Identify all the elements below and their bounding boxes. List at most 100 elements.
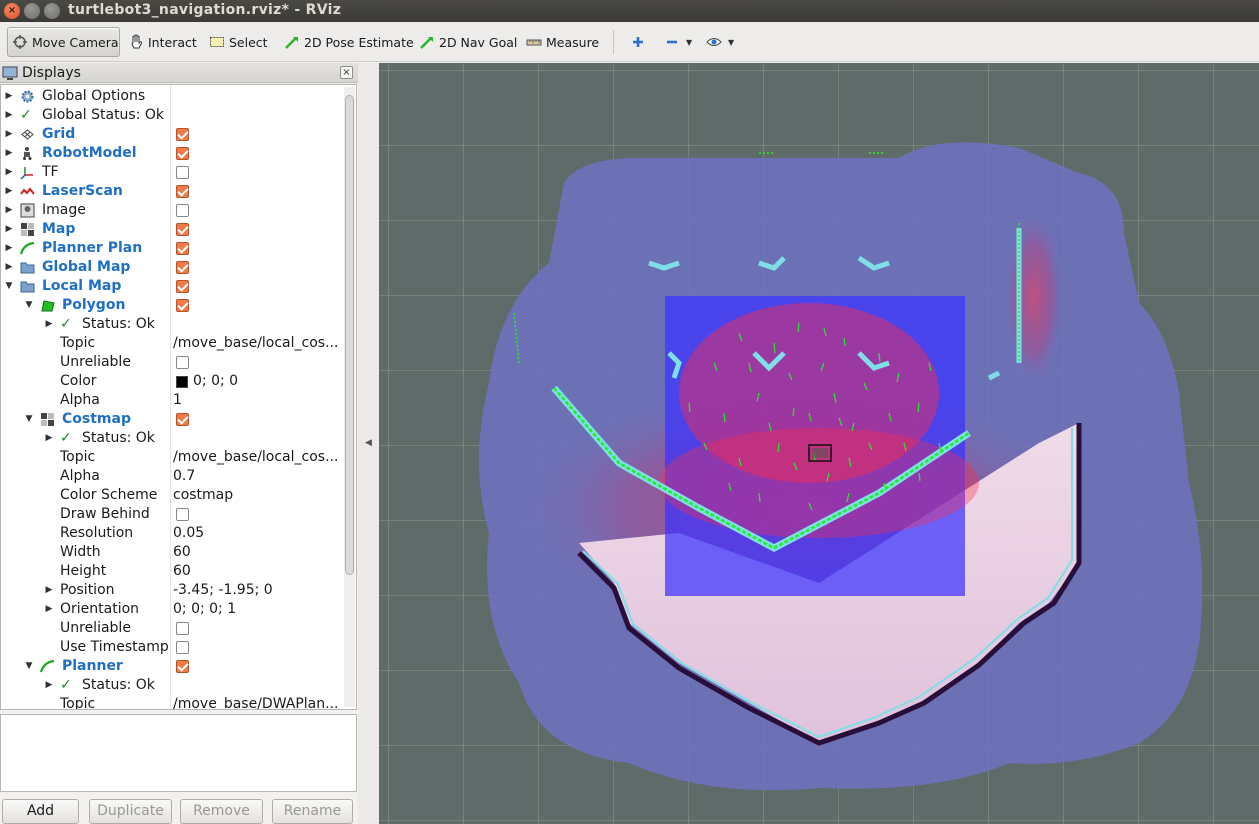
expand-arrow-icon[interactable]: ▶ bbox=[4, 163, 14, 182]
property-row-resolution[interactable]: Resolution 0.05 bbox=[1, 524, 343, 543]
collapse-arrow-icon[interactable]: ▼ bbox=[24, 296, 34, 315]
measure-tool[interactable]: Measure bbox=[522, 27, 603, 57]
expand-arrow-icon[interactable]: ▶ bbox=[4, 125, 14, 144]
property-row-topic[interactable]: Topic /move_base/DWAPlan... bbox=[1, 695, 343, 709]
expand-arrow-icon[interactable]: ▶ bbox=[44, 600, 54, 619]
enable-checkbox[interactable] bbox=[176, 299, 189, 312]
property-value[interactable]: /move_base/DWAPlan... bbox=[173, 695, 338, 709]
expand-arrow-icon[interactable]: ▶ bbox=[4, 144, 14, 163]
add-tool-button[interactable] bbox=[626, 27, 650, 57]
property-row-height[interactable]: Height 60 bbox=[1, 562, 343, 581]
view-menu-button[interactable]: ▼ bbox=[702, 27, 738, 57]
expand-arrow-icon[interactable]: ▶ bbox=[4, 87, 14, 106]
collapse-arrow-icon[interactable]: ▼ bbox=[24, 410, 34, 429]
property-row-topic[interactable]: Topic /move_base/local_cos... bbox=[1, 448, 343, 467]
tree-row-image[interactable]: ▶ Image bbox=[1, 201, 343, 220]
enable-checkbox[interactable] bbox=[176, 223, 189, 236]
duplicate-button[interactable]: Duplicate bbox=[89, 799, 172, 824]
render-view[interactable] bbox=[379, 63, 1259, 824]
expand-arrow-icon[interactable]: ▶ bbox=[44, 581, 54, 600]
tree-row-polygon-status[interactable]: ▶ ✓ Status: Ok bbox=[1, 315, 343, 334]
tree-row-costmap[interactable]: ▼ Costmap bbox=[1, 410, 343, 429]
enable-checkbox[interactable] bbox=[176, 166, 189, 179]
tree-row-planner-plan[interactable]: ▶ Planner Plan bbox=[1, 239, 343, 258]
tree-row-local-map[interactable]: ▼ Local Map bbox=[1, 277, 343, 296]
expand-arrow-icon[interactable]: ▶ bbox=[4, 239, 14, 258]
enable-checkbox[interactable] bbox=[176, 128, 189, 141]
property-value[interactable]: 1 bbox=[173, 391, 182, 410]
tree-row-costmap-status[interactable]: ▶ ✓ Status: Ok bbox=[1, 429, 343, 448]
minimize-window-button[interactable] bbox=[24, 3, 40, 19]
enable-checkbox[interactable] bbox=[176, 185, 189, 198]
monitor-icon bbox=[2, 65, 18, 81]
tree-row-map[interactable]: ▶ Map bbox=[1, 220, 343, 239]
property-row-position[interactable]: ▶ Position -3.45; -1.95; 0 bbox=[1, 581, 343, 600]
expand-arrow-icon[interactable]: ▶ bbox=[4, 258, 14, 277]
enable-checkbox[interactable] bbox=[176, 280, 189, 293]
property-row-draw-behind[interactable]: Draw Behind bbox=[1, 505, 343, 524]
expand-arrow-icon[interactable]: ▶ bbox=[4, 106, 14, 125]
collapse-arrow-icon[interactable]: ▼ bbox=[4, 277, 14, 296]
add-button[interactable]: Add bbox=[2, 799, 79, 824]
tree-row-label: Status: Ok bbox=[82, 430, 155, 446]
property-value[interactable]: 0; 0; 0 bbox=[193, 372, 238, 391]
enable-checkbox[interactable] bbox=[176, 147, 189, 160]
property-row-topic[interactable]: Topic /move_base/local_cos... bbox=[1, 334, 343, 353]
tree-row-planner[interactable]: ▼ Planner bbox=[1, 657, 343, 676]
select-tool[interactable]: Select bbox=[205, 27, 272, 57]
property-value[interactable]: /move_base/local_cos... bbox=[173, 334, 338, 353]
tree-scrollbar[interactable] bbox=[344, 87, 355, 707]
property-row-use-timestamp[interactable]: Use Timestamp bbox=[1, 638, 343, 657]
collapse-arrow-icon[interactable]: ▼ bbox=[24, 657, 34, 676]
toolbar-separator bbox=[613, 30, 614, 54]
enable-checkbox[interactable] bbox=[176, 413, 189, 426]
expand-arrow-icon[interactable]: ▶ bbox=[4, 201, 14, 220]
tree-row-global-options[interactable]: ▶ Global Options bbox=[1, 87, 343, 106]
property-value[interactable]: costmap bbox=[173, 486, 233, 505]
enable-checkbox[interactable] bbox=[176, 261, 189, 274]
remove-button[interactable]: Remove bbox=[180, 799, 263, 824]
tree-row-grid[interactable]: ▶ Grid bbox=[1, 125, 343, 144]
enable-checkbox[interactable] bbox=[176, 204, 189, 217]
tree-row-polygon[interactable]: ▼ Polygon bbox=[1, 296, 343, 315]
scrollbar-thumb[interactable] bbox=[345, 95, 354, 575]
property-row-unreliable[interactable]: Unreliable bbox=[1, 619, 343, 638]
collapse-left-icon[interactable]: ◀ bbox=[365, 438, 372, 448]
pose-estimate-tool[interactable]: 2D Pose Estimate bbox=[280, 27, 418, 57]
tree-row-laser-scan[interactable]: ▶ LaserScan bbox=[1, 182, 343, 201]
property-row-alpha[interactable]: Alpha 0.7 bbox=[1, 467, 343, 486]
maximize-window-button[interactable] bbox=[44, 3, 60, 19]
tree-row-global-status[interactable]: ▶ ✓ Global Status: Ok bbox=[1, 106, 343, 125]
property-row-color[interactable]: Color 0; 0; 0 bbox=[1, 372, 343, 391]
nav-goal-tool[interactable]: 2D Nav Goal bbox=[415, 27, 521, 57]
tree-row-tf[interactable]: ▶ TF bbox=[1, 163, 343, 182]
expand-arrow-icon[interactable]: ▶ bbox=[4, 220, 14, 239]
remove-tool-button[interactable]: ▼ bbox=[660, 27, 696, 57]
enable-checkbox[interactable] bbox=[176, 242, 189, 255]
close-panel-button[interactable]: × bbox=[340, 66, 353, 79]
unreliable-checkbox[interactable] bbox=[176, 356, 189, 369]
draw-behind-checkbox[interactable] bbox=[176, 508, 189, 521]
interact-tool[interactable]: Interact bbox=[124, 27, 201, 57]
property-row-width[interactable]: Width 60 bbox=[1, 543, 343, 562]
expand-arrow-icon[interactable]: ▶ bbox=[44, 676, 54, 695]
property-row-color-scheme[interactable]: Color Scheme costmap bbox=[1, 486, 343, 505]
rename-button[interactable]: Rename bbox=[272, 799, 353, 824]
use-timestamp-checkbox[interactable] bbox=[176, 641, 189, 654]
expand-arrow-icon[interactable]: ▶ bbox=[44, 315, 54, 334]
expand-arrow-icon[interactable]: ▶ bbox=[4, 182, 14, 201]
property-value[interactable]: 0.7 bbox=[173, 467, 195, 486]
property-value[interactable]: /move_base/local_cos... bbox=[173, 448, 338, 467]
tree-row-robot-model[interactable]: ▶ RobotModel bbox=[1, 144, 343, 163]
property-row-unreliable[interactable]: Unreliable bbox=[1, 353, 343, 372]
property-row-orientation[interactable]: ▶ Orientation 0; 0; 0; 1 bbox=[1, 600, 343, 619]
property-row-alpha[interactable]: Alpha 1 bbox=[1, 391, 343, 410]
tree-row-planner-status[interactable]: ▶ ✓ Status: Ok bbox=[1, 676, 343, 695]
enable-checkbox[interactable] bbox=[176, 660, 189, 673]
expand-arrow-icon[interactable]: ▶ bbox=[44, 429, 54, 448]
color-swatch[interactable] bbox=[176, 376, 188, 388]
unreliable-checkbox[interactable] bbox=[176, 622, 189, 635]
move-camera-tool[interactable]: Move Camera bbox=[7, 27, 120, 57]
close-window-button[interactable]: × bbox=[4, 3, 20, 19]
tree-row-global-map[interactable]: ▶ Global Map bbox=[1, 258, 343, 277]
